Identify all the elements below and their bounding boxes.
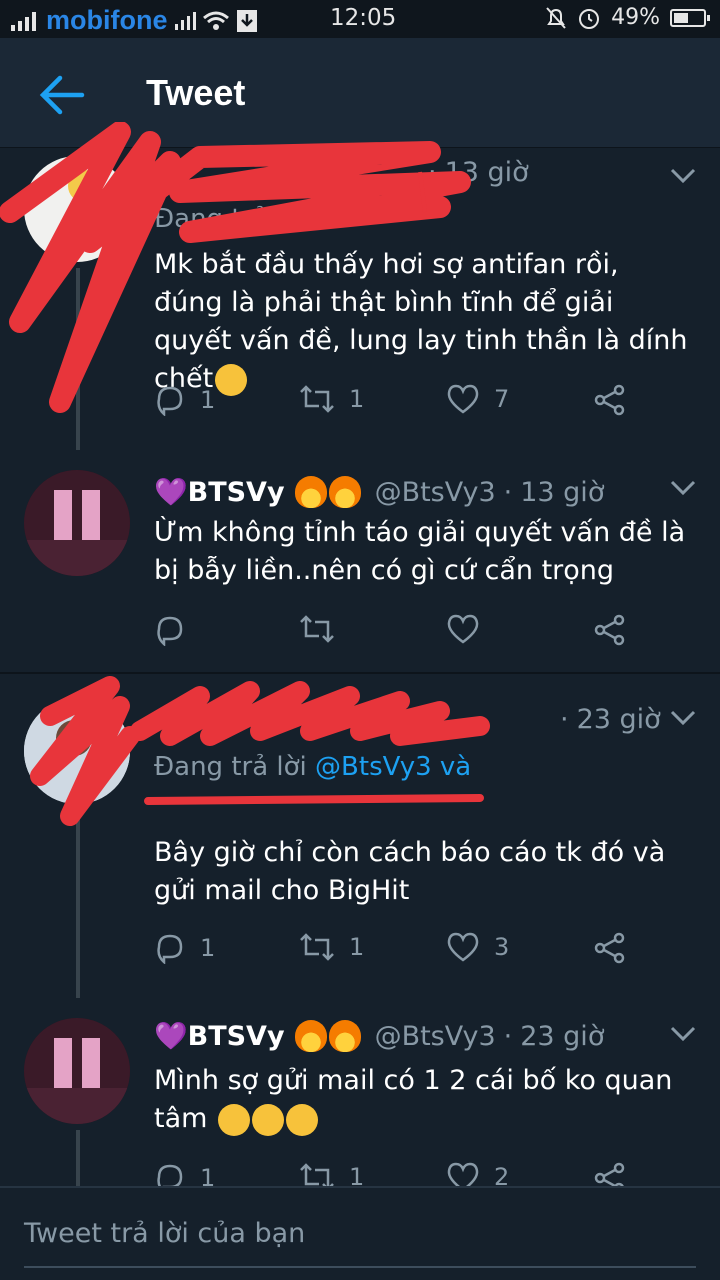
reply-button[interactable] [154,614,186,646]
retweet-count: 1 [349,385,365,413]
reply-input[interactable]: Tweet trả lời của bạn [24,1218,305,1249]
fire-emoji-icon [294,476,327,508]
author-name[interactable]: 💜BTSVy [154,476,285,508]
status-bar: mobifone 12:05 49% [0,0,720,38]
reply-icon [157,386,183,416]
time-separator: · [503,1020,513,1052]
tweet-text: Bây giờ chỉ còn cách báo cáo tk đó và gử… [154,837,666,906]
avatar[interactable] [24,1018,130,1124]
like-button[interactable] [446,614,480,644]
chevron-down-icon[interactable] [670,168,696,184]
share-button[interactable] [594,614,626,646]
avatar[interactable] [24,698,130,804]
reply-count: 1 [200,934,216,962]
tweet-time: 13 giờ [520,476,605,508]
like-count: 3 [494,933,510,961]
tweet-actions: 1 1 3 [154,932,634,972]
status-time: 12:05 [330,5,397,31]
like-count: 7 [494,385,510,413]
avatar[interactable] [24,156,130,262]
reply-button[interactable]: 1 [154,932,215,964]
reply-button[interactable]: 1 [154,384,215,416]
share-icon [594,614,625,646]
tweet-actions [154,614,634,654]
battery-percent: 49% [611,5,660,30]
battery-level [674,12,688,23]
chevron-down-icon[interactable] [670,710,696,726]
arrow-left-icon[interactable] [36,73,86,117]
retweet-button[interactable]: 1 [299,932,364,962]
wifi-icon [202,11,229,30]
share-icon [594,932,625,964]
download-icon [236,9,257,32]
share-button[interactable] [594,932,626,964]
time-separator: · [428,157,437,188]
thread-line [76,1130,80,1186]
tweet-item[interactable]: · 13 giờ Đang trả lời Mk bắt đầu thấy hơ… [0,122,720,450]
retweet-button[interactable] [299,614,335,644]
share-icon [594,384,625,416]
alarm-icon [579,8,600,29]
author-handle[interactable]: @BtsVy3 [375,477,496,508]
reply-icon [157,616,183,646]
heart-icon [447,384,479,414]
author-handle[interactable]: @BtsVy3 [375,1021,496,1052]
page-title: Tweet [146,72,246,113]
bell-off-icon [546,6,566,29]
signal-icon-2 [174,11,196,30]
fire-emoji-icon [328,476,361,508]
reply-count: 1 [200,386,216,414]
reply-mentions[interactable]: @BtsVy3 và [315,752,471,782]
heart-icon [447,932,479,962]
heart-icon [447,614,479,644]
share-button[interactable] [594,384,626,416]
fire-emoji-icon [294,1020,327,1052]
tweet-actions: 1 1 7 [154,384,634,424]
thread-line [76,268,80,450]
like-button[interactable]: 7 [446,384,509,414]
retweet-icon [300,385,334,413]
fire-emoji-icon [328,1020,361,1052]
tweet-item[interactable]: · 23 giờ Đang trả lời @BtsVy3 và Bây giờ… [0,676,720,998]
retweet-button[interactable]: 1 [299,384,364,414]
tweet-item[interactable]: 💜BTSVy @BtsVy3 · 23 giờ Mình sợ gửi mail… [0,1004,720,1194]
carrier-name: mobifone [46,5,168,35]
time-separator: · [503,476,513,508]
chevron-down-icon[interactable] [670,1026,696,1042]
battery-icon [670,8,710,27]
like-button[interactable]: 3 [446,932,509,962]
author-name[interactable]: 💜BTSVy [154,1020,285,1052]
tweet-item[interactable]: 💜BTSVy @BtsVy3 · 13 giờ Ừm không tỉnh tá… [0,456,720,672]
tweet-text: Ừm không tỉnh táo giải quyết vấn đề là b… [154,517,686,586]
avatar[interactable] [24,470,130,576]
retweet-count: 1 [349,933,365,961]
retweet-icon [300,933,334,961]
scream-face-emoji-icon [218,1103,251,1136]
reply-label: Đang trả lời [154,752,307,782]
input-underline [24,1266,696,1268]
reply-label: Đang trả lời [154,204,307,234]
tweet-time: 23 giờ [520,1020,605,1052]
signal-icon [11,11,36,31]
crying-face-emoji-icon [286,1103,319,1136]
app-header: Tweet [0,38,720,148]
tweet-time: 13 giờ [444,157,529,188]
retweet-icon [300,615,334,643]
reply-icon [157,934,183,964]
divider [0,672,720,674]
time-separator: · [560,704,569,735]
chevron-down-icon[interactable] [670,480,696,496]
tweet-time: 23 giờ [576,704,661,735]
crying-face-emoji-icon [252,1103,285,1136]
thread-line [76,810,80,998]
